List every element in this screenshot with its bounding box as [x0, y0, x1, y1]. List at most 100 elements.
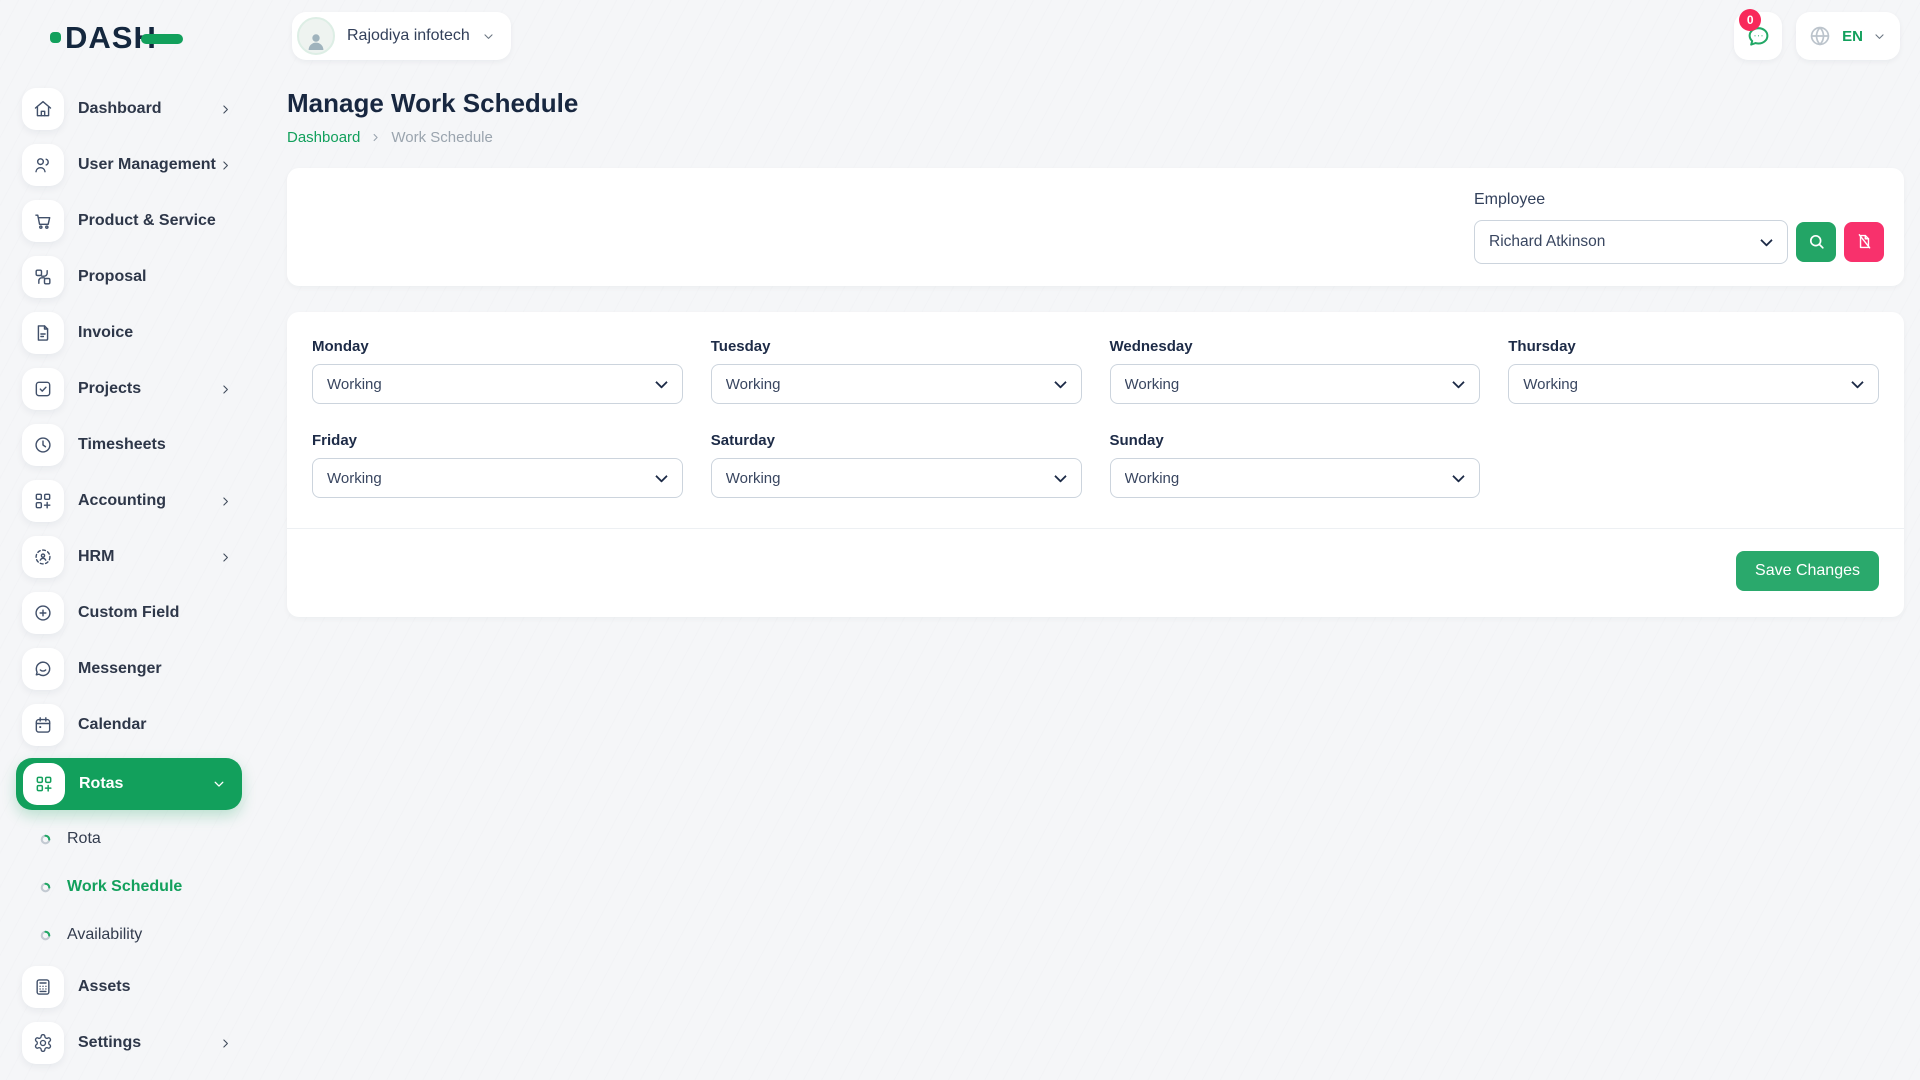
sidebar-item-label: Messenger: [78, 660, 162, 678]
brand-logo[interactable]: DASH: [50, 22, 260, 53]
work-schedule-card: Monday Working Tuesday Working: [287, 312, 1904, 617]
home-icon: [22, 88, 64, 130]
sidebar-subitem-label: Rota: [67, 830, 101, 848]
employee-select[interactable]: Richard Atkinson: [1474, 220, 1788, 264]
day-field-sunday: Sunday Working: [1110, 432, 1481, 498]
employee-filter-card: Employee Richard Atkinson: [287, 168, 1904, 286]
topbar: Rajodiya infotech 0 EN: [260, 0, 1920, 72]
cart-icon: [22, 200, 64, 242]
calculator-icon: [22, 966, 64, 1008]
page-title: Manage Work Schedule: [287, 88, 1904, 119]
chevron-down-icon: [482, 30, 495, 43]
sidebar-item-messenger[interactable]: Messenger: [0, 641, 260, 697]
sidebar-item-product-service[interactable]: Product & Service: [0, 193, 260, 249]
sidebar-item-dashboard[interactable]: Dashboard: [0, 81, 260, 137]
day-select-tuesday[interactable]: Working: [711, 364, 1082, 404]
sidebar-item-label: Proposal: [78, 268, 146, 286]
day-select-sunday[interactable]: Working: [1110, 458, 1481, 498]
chevron-right-icon: [219, 495, 232, 508]
company-avatar: [297, 17, 335, 55]
file-slash-icon: [1855, 232, 1874, 251]
chat-icon: [22, 648, 64, 690]
days-grid: Monday Working Tuesday Working: [312, 338, 1879, 498]
day-select-monday[interactable]: Working: [312, 364, 683, 404]
day-select-saturday[interactable]: Working: [711, 458, 1082, 498]
sidebar-item-label: Product & Service: [78, 212, 216, 230]
day-label: Wednesday: [1110, 338, 1481, 355]
bullet-donut-icon: [40, 882, 51, 893]
chevron-right-icon: [370, 132, 381, 143]
sidebar-item-timesheets[interactable]: Timesheets: [0, 417, 260, 473]
sidebar-item-label: Invoice: [78, 324, 133, 342]
sidebar-item-label: Settings: [78, 1034, 141, 1052]
sidebar-subitem-label: Availability: [67, 926, 142, 944]
calendar-icon: [22, 704, 64, 746]
day-label: Thursday: [1508, 338, 1879, 355]
clear-filter-button[interactable]: [1844, 222, 1884, 262]
sidebar-item-label: Timesheets: [78, 436, 166, 454]
language-code: EN: [1842, 28, 1863, 45]
chevron-right-icon: [219, 551, 232, 564]
sidebar-item-projects[interactable]: Projects: [0, 361, 260, 417]
day-field-saturday: Saturday Working: [711, 432, 1082, 498]
sidebar-item-calendar[interactable]: Calendar: [0, 697, 260, 753]
sidebar-item-label: HRM: [78, 548, 114, 566]
content-area: Rajodiya infotech 0 EN: [260, 0, 1920, 1080]
globe-icon: [1808, 24, 1832, 48]
notification-badge: 0: [1739, 9, 1761, 31]
sidebar-item-invoice[interactable]: Invoice: [0, 305, 260, 361]
sidebar-item-settings[interactable]: Settings: [0, 1015, 260, 1071]
checkbox-icon: [22, 368, 64, 410]
sidebar: DASH Dashboard User Management Product &…: [0, 0, 260, 1080]
notifications-button[interactable]: 0: [1734, 12, 1782, 60]
chevron-right-icon: [219, 103, 232, 116]
sidebar-item-user-management[interactable]: User Management: [0, 137, 260, 193]
sidebar-item-proposal[interactable]: Proposal: [0, 249, 260, 305]
day-select-thursday[interactable]: Working: [1508, 364, 1879, 404]
day-label: Tuesday: [711, 338, 1082, 355]
card-divider: [287, 528, 1904, 529]
sidebar-subitem-label: Work Schedule: [67, 878, 182, 896]
day-label: Friday: [312, 432, 683, 449]
company-name: Rajodiya infotech: [347, 27, 470, 45]
main-content: Manage Work Schedule Dashboard Work Sche…: [260, 72, 1920, 617]
sidebar-item-rotas[interactable]: Rotas: [16, 758, 242, 810]
company-selector[interactable]: Rajodiya infotech: [292, 12, 511, 60]
sidebar-item-hrm[interactable]: HRM: [0, 529, 260, 585]
sidebar-item-label: Custom Field: [78, 604, 179, 622]
day-field-friday: Friday Working: [312, 432, 683, 498]
sidebar-item-label: Projects: [78, 380, 141, 398]
sidebar-subitem-rota[interactable]: Rota: [0, 815, 260, 863]
day-select-wednesday[interactable]: Working: [1110, 364, 1481, 404]
breadcrumb: Dashboard Work Schedule: [287, 129, 1904, 146]
file-icon: [22, 312, 64, 354]
sidebar-item-accounting[interactable]: Accounting: [0, 473, 260, 529]
workflow-icon: [22, 256, 64, 298]
app-root: DASH Dashboard User Management Product &…: [0, 0, 1920, 1080]
sidebar-item-label: Calendar: [78, 716, 146, 734]
bullet-donut-icon: [40, 834, 51, 845]
sidebar-item-label: Accounting: [78, 492, 166, 510]
sidebar-item-label: Assets: [78, 978, 130, 996]
chevron-down-icon: [212, 777, 226, 791]
day-label: Sunday: [1110, 432, 1481, 449]
sidebar-subitem-availability[interactable]: Availability: [0, 911, 260, 959]
clock-icon: [22, 424, 64, 466]
breadcrumb-dashboard-link[interactable]: Dashboard: [287, 129, 360, 146]
day-field-monday: Monday Working: [312, 338, 683, 404]
search-icon: [1807, 232, 1826, 251]
sidebar-subitem-work-schedule[interactable]: Work Schedule: [0, 863, 260, 911]
day-select-friday[interactable]: Working: [312, 458, 683, 498]
grid-plus-icon: [23, 763, 65, 805]
person-dashed-circle-icon: [22, 536, 64, 578]
sidebar-item-assets[interactable]: Assets: [0, 959, 260, 1015]
breadcrumb-current: Work Schedule: [391, 129, 492, 146]
chevron-right-icon: [219, 383, 232, 396]
day-label: Saturday: [711, 432, 1082, 449]
sidebar-item-label: Dashboard: [78, 100, 162, 118]
employee-label: Employee: [1474, 191, 1884, 209]
language-selector[interactable]: EN: [1796, 12, 1900, 60]
save-changes-button[interactable]: Save Changes: [1736, 551, 1879, 591]
search-button[interactable]: [1796, 222, 1836, 262]
sidebar-item-custom-field[interactable]: Custom Field: [0, 585, 260, 641]
